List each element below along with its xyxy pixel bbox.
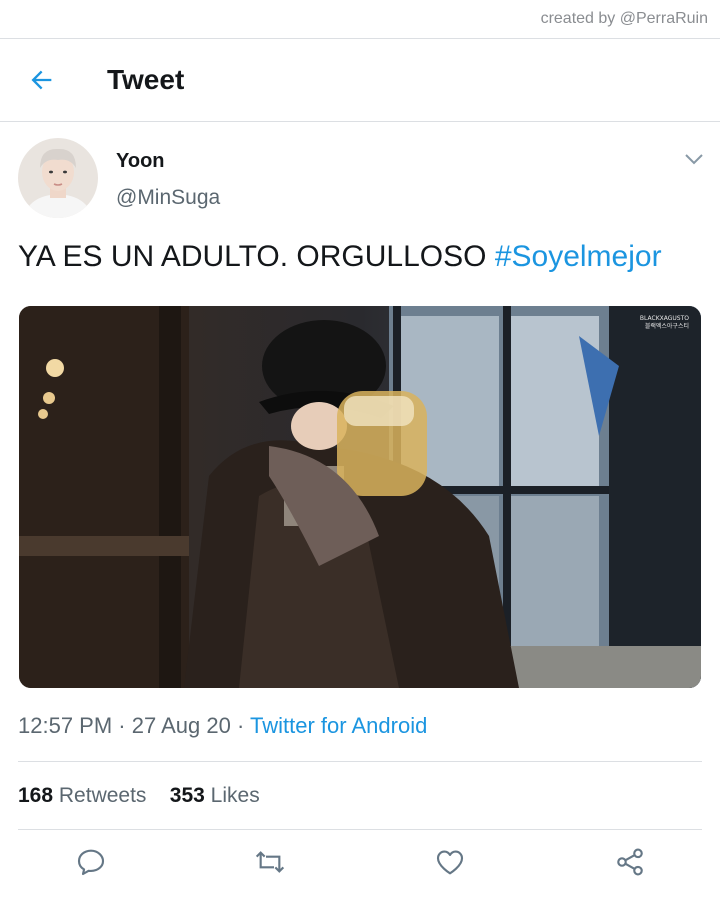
retweet-icon[interactable] <box>254 846 286 878</box>
media-watermark-2: 블랙엑스아구스티 <box>645 322 689 330</box>
tweet-stats: 168 Retweets 353 Likes <box>18 784 260 808</box>
author-handle[interactable]: @MinSuga <box>116 186 220 210</box>
media-watermark-1: BLACKXAGUSTO <box>640 315 689 322</box>
share-icon[interactable] <box>614 846 646 878</box>
tweet-source-link[interactable]: Twitter for Android <box>250 713 427 738</box>
retweets-count: 168 <box>18 784 54 807</box>
author-name[interactable]: Yoon <box>116 150 165 173</box>
likes-stat[interactable]: 353 Likes <box>170 784 260 807</box>
tweet-text: YA ES UN ADULTO. ORGULLOSO #Soyelmejor <box>18 240 708 274</box>
top-divider <box>0 38 720 39</box>
header-divider <box>0 121 720 122</box>
meta-separator: · <box>118 713 126 738</box>
tweet-media[interactable]: BLACKXAGUSTO 블랙엑스아구스티 <box>19 306 701 688</box>
arrow-left-icon[interactable] <box>28 66 56 94</box>
avatar[interactable] <box>18 138 98 218</box>
tweet-date: 27 Aug 20 <box>131 713 231 738</box>
meta-separator-2: · <box>236 713 245 738</box>
like-icon[interactable] <box>434 846 466 878</box>
chevron-down-icon[interactable] <box>684 152 704 166</box>
likes-count: 353 <box>169 784 205 807</box>
stats-divider <box>18 829 702 830</box>
likes-label: Likes <box>210 784 260 807</box>
hashtag-link[interactable]: #Soyelmejor <box>495 240 662 273</box>
creator-credit: created by @PerraRuin <box>540 10 708 27</box>
meta-divider <box>18 761 702 762</box>
tweet-metadata: 12:57 PM · 27 Aug 20 · Twitter for Andro… <box>18 713 427 739</box>
retweets-label: Retweets <box>58 784 147 807</box>
reply-icon[interactable] <box>75 846 107 878</box>
header: Tweet <box>0 40 720 120</box>
tweet-time: 12:57 PM <box>18 713 113 738</box>
page-title: Tweet <box>107 64 185 95</box>
retweets-stat[interactable]: 168 Retweets <box>18 784 146 807</box>
tweet-body: YA ES UN ADULTO. ORGULLOSO <box>18 240 487 273</box>
